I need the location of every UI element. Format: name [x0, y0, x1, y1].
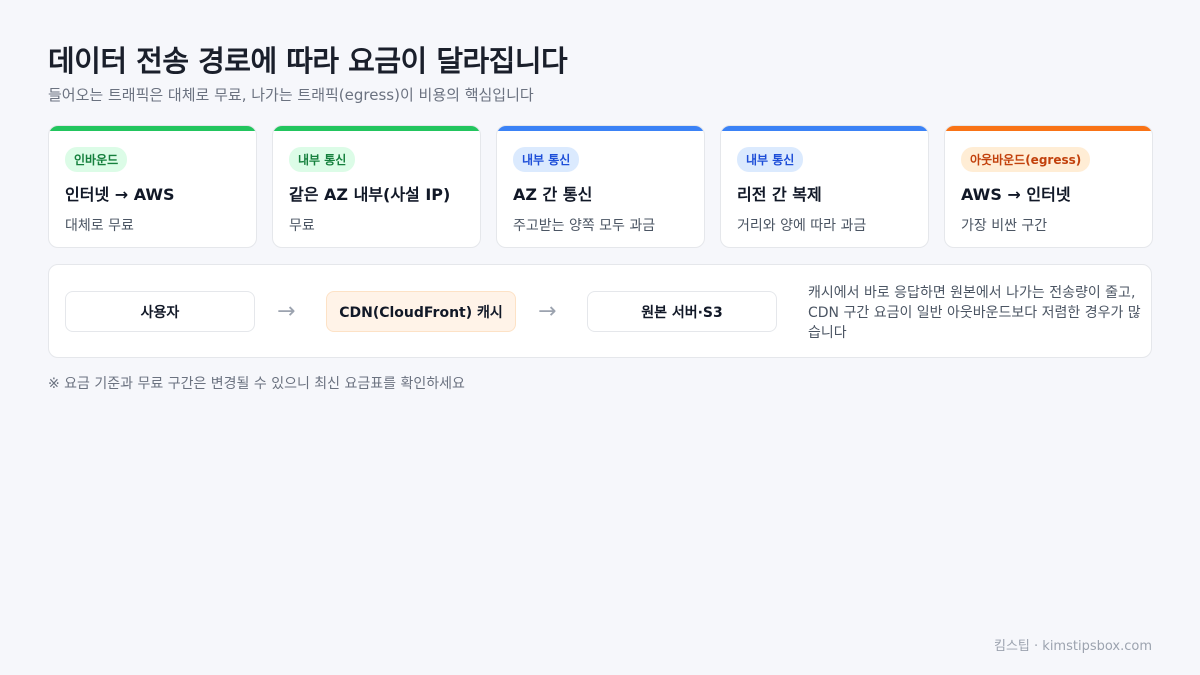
card-desc: 거리와 양에 따라 과금 [737, 218, 867, 234]
footnote: ※ 요금 기준과 무료 구간은 변경될 수 있으니 최신 요금표를 확인하세요 [48, 376, 465, 392]
card-badge: 내부 통신 [289, 147, 356, 172]
card-title: AWS → 인터넷 [961, 185, 1071, 204]
card-title: 인터넷 → AWS [65, 185, 175, 204]
flow-arrow-icon: → [538, 299, 557, 324]
card-inbound: 인바운드 인터넷 → AWS 대체로 무료 [48, 125, 257, 248]
flow-node-cdn: CDN(CloudFront) 캐시 [326, 291, 516, 332]
flow-node-origin: 원본 서버·S3 [587, 291, 777, 332]
card-badge: 아웃바운드(egress) [961, 147, 1091, 172]
card-desc: 대체로 무료 [65, 218, 134, 234]
card-desc: 가장 비싼 구간 [961, 218, 1048, 234]
card-cross-region: 내부 통신 리전 간 복제 거리와 양에 따라 과금 [720, 125, 929, 248]
card-same-az: 내부 통신 같은 AZ 내부(사설 IP) 무료 [272, 125, 481, 248]
card-title: AZ 간 통신 [513, 185, 593, 204]
card-outbound: 아웃바운드(egress) AWS → 인터넷 가장 비싼 구간 [944, 125, 1153, 248]
card-desc: 주고받는 양쪽 모두 과금 [513, 218, 656, 234]
page-title: 데이터 전송 경로에 따라 요금이 달라집니다 [48, 44, 568, 78]
card-title: 같은 AZ 내부(사설 IP) [289, 185, 451, 204]
flow-note: 캐시에서 바로 응답하면 원본에서 나가는 전송량이 줄고, CDN 구간 요금… [808, 285, 1141, 341]
card-title: 리전 간 복제 [737, 185, 822, 204]
card-badge: 내부 통신 [737, 147, 804, 172]
card-badge: 인바운드 [65, 147, 128, 172]
flow-arrow-icon: → [277, 299, 296, 324]
page-subtitle: 들어오는 트래픽은 대체로 무료, 나가는 트래픽(egress)이 비용의 핵… [48, 86, 534, 104]
card-cross-az: 내부 통신 AZ 간 통신 주고받는 양쪽 모두 과금 [496, 125, 705, 248]
card-desc: 무료 [289, 218, 315, 234]
card-badge: 내부 통신 [513, 147, 580, 172]
transfer-cards: 인바운드 인터넷 → AWS 대체로 무료 내부 통신 같은 AZ 내부(사설 … [48, 125, 1153, 248]
cdn-flow-panel: 사용자 → CDN(CloudFront) 캐시 → 원본 서버·S3 캐시에서… [48, 264, 1152, 358]
site-footer: 킴스팁 · kimstipsbox.com [994, 639, 1152, 654]
flow-node-user: 사용자 [65, 291, 255, 332]
